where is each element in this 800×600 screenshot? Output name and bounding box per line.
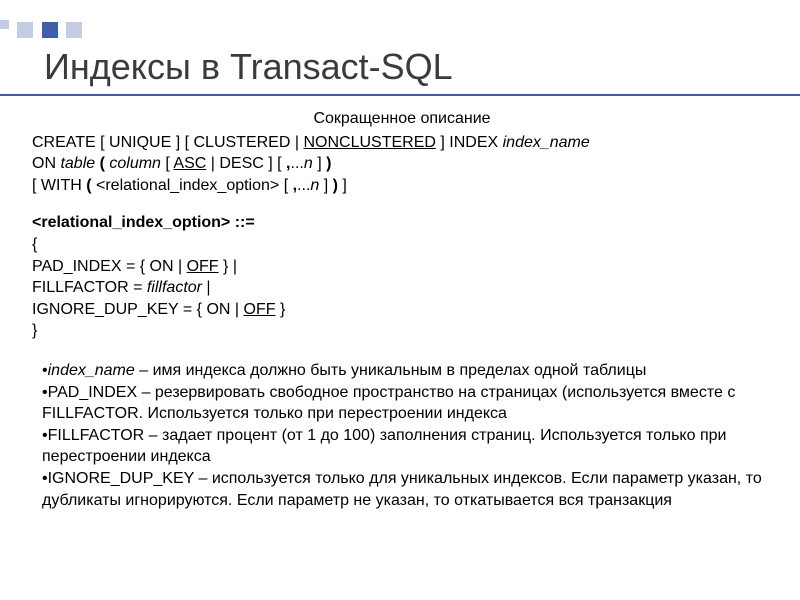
brace-open: { — [32, 234, 772, 256]
txt: ] INDEX — [436, 134, 503, 151]
bullet-term: PAD_INDEX – — [48, 384, 155, 401]
index-name-placeholder: index_name — [503, 134, 590, 151]
txt: ( — [95, 155, 109, 172]
slide-title: Индексы в Transact-SQL — [44, 46, 800, 88]
square-icon — [17, 22, 33, 38]
bullet-item: •index_name – имя индекса должно быть ун… — [42, 360, 772, 382]
ignore-dup-line: IGNORE_DUP_KEY = { ON | OFF } — [32, 299, 772, 321]
txt: ) — [326, 155, 331, 172]
subtitle: Сокращенное описание — [32, 108, 772, 130]
bullet-term: FILLFACTOR – — [48, 427, 162, 444]
txt: [ — [161, 155, 173, 172]
txt: ... — [291, 155, 304, 172]
off-kw: OFF — [244, 301, 276, 318]
txt: ] — [338, 177, 347, 194]
off-kw: OFF — [187, 258, 219, 275]
asc-kw: ASC — [173, 155, 206, 172]
txt: PAD_INDEX = { ON | — [32, 258, 187, 275]
bullet-text: – имя индекса должно быть уникальным в п… — [135, 362, 647, 379]
slide-content: Сокращенное описание CREATE [ UNIQUE ] [… — [32, 108, 772, 511]
brace-close: } — [32, 320, 772, 342]
txt: } | — [219, 258, 237, 275]
txt: ... — [297, 177, 310, 194]
txt: ] — [319, 177, 332, 194]
txt: ] — [313, 155, 326, 172]
bullet-list: •index_name – имя индекса должно быть ун… — [32, 360, 772, 511]
txt: CREATE [ UNIQUE ] [ CLUSTERED | — [32, 134, 303, 151]
txt: | — [202, 279, 211, 296]
bullet-term: IGNORE_DUP_KEY – — [48, 470, 212, 487]
txt: IGNORE_DUP_KEY = { ON | — [32, 301, 244, 318]
syntax-block: CREATE [ UNIQUE ] [ CLUSTERED | NONCLUST… — [32, 132, 772, 197]
bullet-term: index_name — [48, 362, 135, 379]
decorative-squares — [0, 22, 86, 40]
bullet-item: •IGNORE_DUP_KEY – используется только дл… — [42, 468, 772, 511]
txt: ON — [32, 155, 60, 172]
nonclustered-kw: NONCLUSTERED — [303, 134, 435, 151]
option-header: <relational_index_option> ::= — [32, 212, 772, 234]
syntax-line-3: [ WITH ( <relational_index_option> [ ,..… — [32, 175, 772, 197]
title-bar: Индексы в Transact-SQL — [0, 46, 800, 96]
square-icon — [66, 22, 82, 38]
fillfactor-placeholder: fillfactor — [147, 279, 202, 296]
bullet-item: •PAD_INDEX – резервировать свободное про… — [42, 382, 772, 425]
square-icon — [42, 22, 58, 38]
syntax-line-2: ON table ( column [ ASC | DESC ] [ ,...n… — [32, 153, 772, 175]
txt: [ WITH — [32, 177, 86, 194]
txt: n — [304, 155, 313, 172]
table-placeholder: table — [60, 155, 95, 172]
syntax-line-1: CREATE [ UNIQUE ] [ CLUSTERED | NONCLUST… — [32, 132, 772, 154]
square-icon — [0, 20, 9, 29]
txt: | DESC ] [ — [206, 155, 286, 172]
txt: FILLFACTOR = — [32, 279, 147, 296]
pad-index-line: PAD_INDEX = { ON | OFF } | — [32, 256, 772, 278]
txt: } — [276, 301, 286, 318]
bullet-item: •FILLFACTOR – задает процент (от 1 до 10… — [42, 425, 772, 468]
txt: <relational_index_option> [ — [92, 177, 293, 194]
txt: n — [310, 177, 319, 194]
option-block: <relational_index_option> ::= { PAD_INDE… — [32, 212, 772, 342]
column-placeholder: column — [109, 155, 161, 172]
fillfactor-line: FILLFACTOR = fillfactor | — [32, 277, 772, 299]
